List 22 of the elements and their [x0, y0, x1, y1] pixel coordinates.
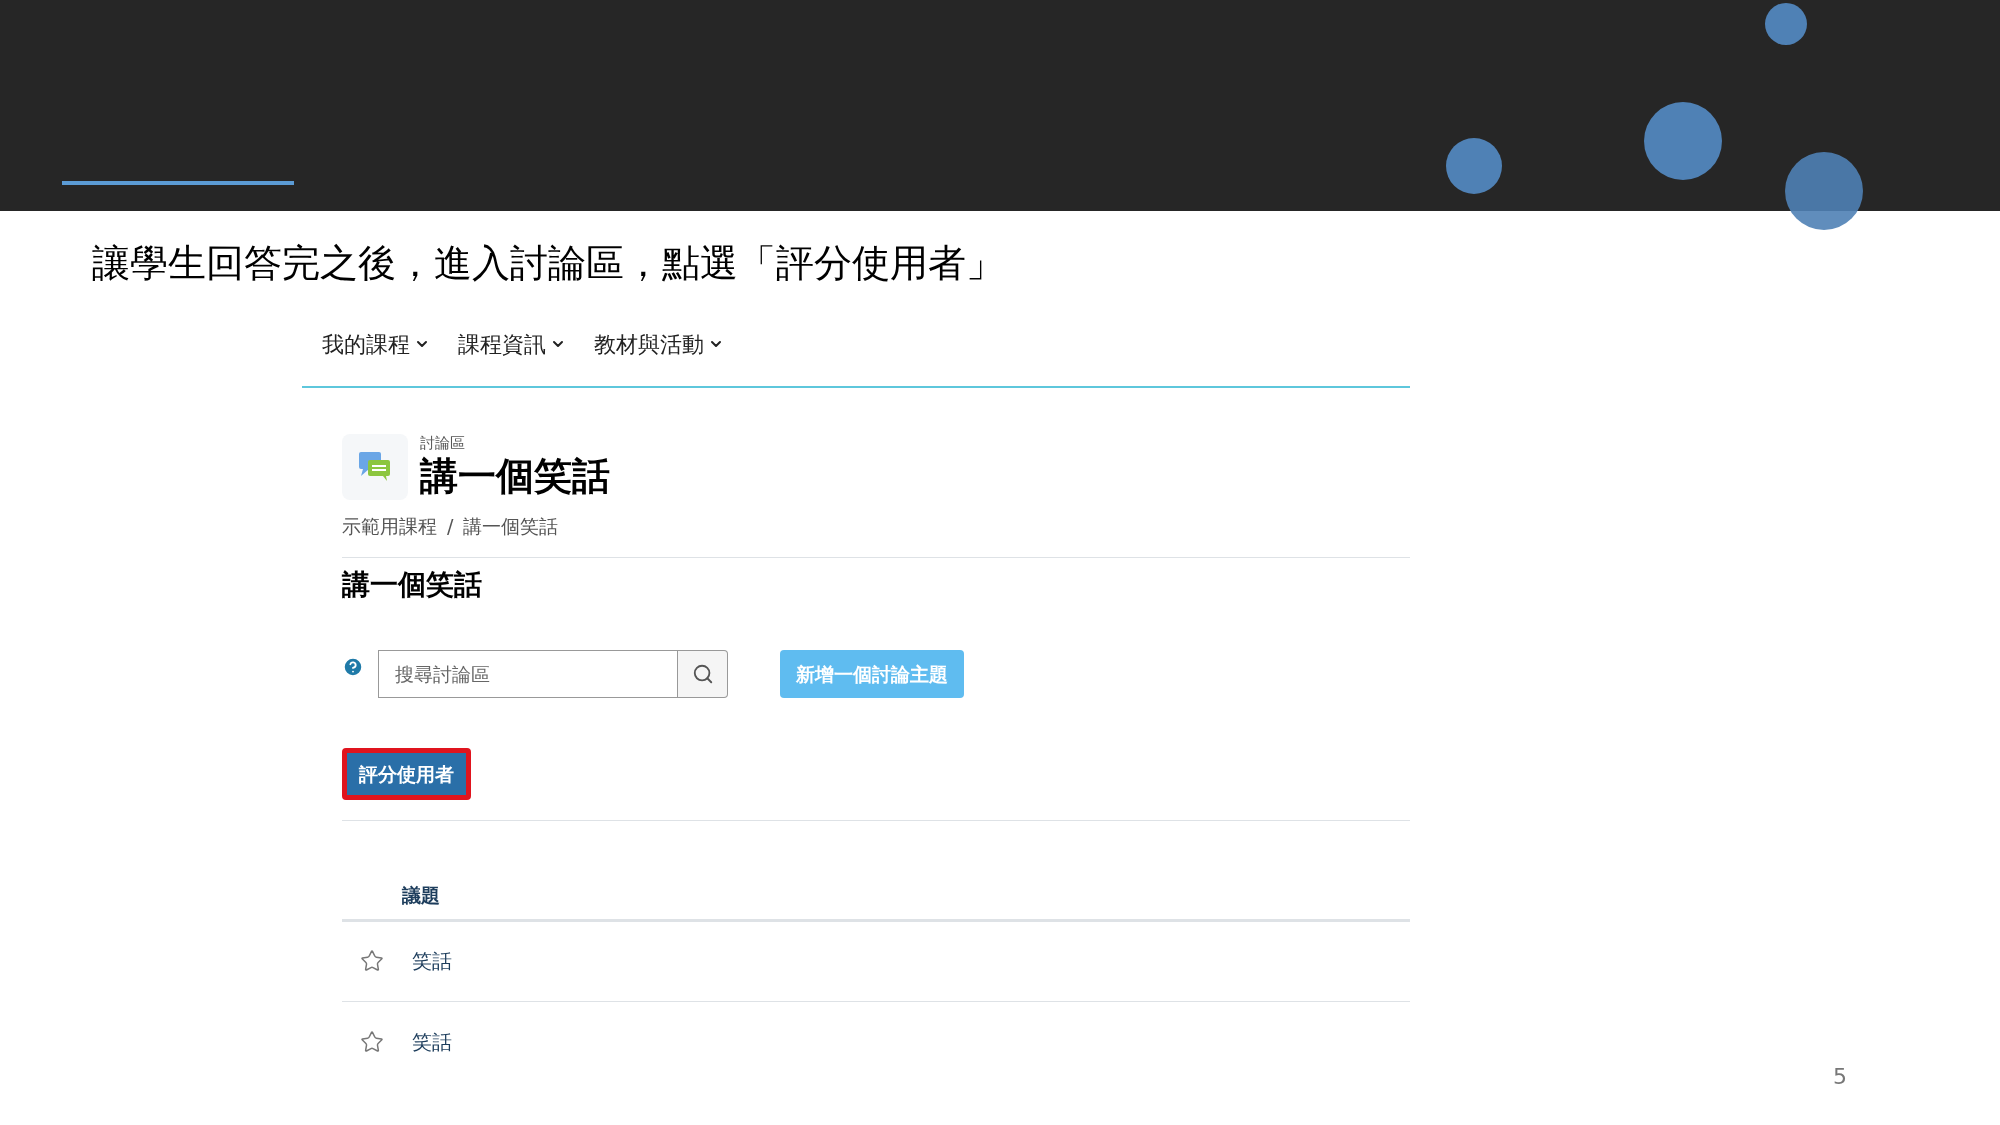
column-header[interactable]: 議題 [402, 880, 440, 909]
search-field[interactable]: 搜尋討論區 [378, 649, 678, 698]
section-heading: 講一個笑話 [342, 567, 482, 601]
breadcrumb-link[interactable]: 示範用課程 [342, 512, 437, 541]
page-number: 5 [1833, 1063, 1847, 1091]
help-icon[interactable] [342, 655, 364, 678]
search-button[interactable] [678, 649, 728, 698]
nav-menu[interactable]: 我的課程 [322, 327, 430, 361]
page-title: 講一個笑話 [420, 452, 610, 500]
slide-caption: 讓學生回答完之後，進入討論區，點選「評分使用者」 [92, 241, 1004, 285]
activity-type-label: 討論區 [420, 434, 466, 453]
topic-link[interactable]: 笑話 [412, 1026, 452, 1057]
nav-menu[interactable]: 教材與活動 [594, 327, 724, 361]
star-icon[interactable] [360, 1029, 384, 1054]
nav-menu[interactable]: 課程資訊 [458, 327, 566, 361]
search-icon [691, 662, 714, 685]
grade-users-button[interactable]: 評分使用者 [342, 747, 471, 800]
topic-link[interactable]: 笑話 [412, 946, 452, 977]
breadcrumb-link[interactable]: 講一個笑話 [463, 512, 559, 541]
breadcrumb-separator: / [447, 514, 454, 540]
forum-icon [342, 434, 408, 501]
star-icon[interactable] [360, 949, 384, 974]
